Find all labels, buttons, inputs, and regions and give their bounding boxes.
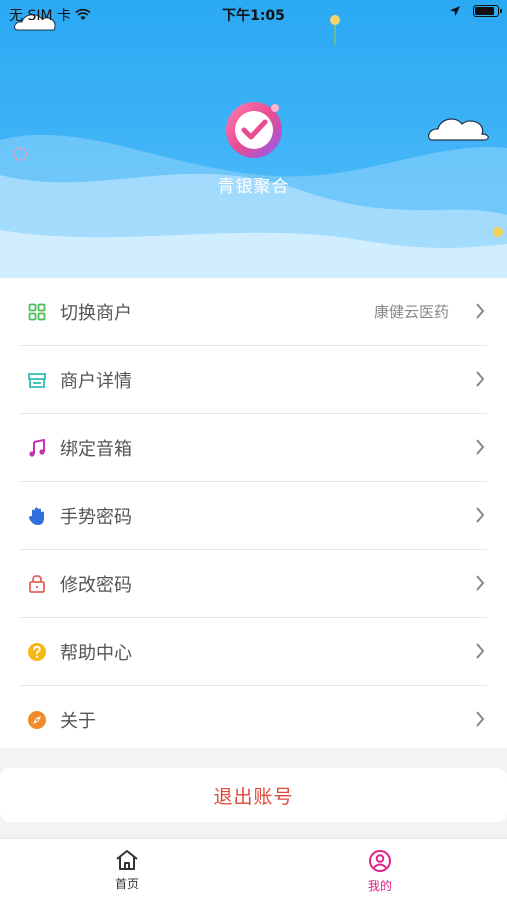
- tab-label: 我的: [367, 879, 392, 893]
- tab-bar: 首页 我的: [0, 838, 507, 900]
- compass-icon: [26, 709, 48, 731]
- chevron-right-icon: [476, 507, 485, 523]
- tab-mine[interactable]: 我的: [340, 849, 420, 894]
- current-merchant-value: 康健云医药: [373, 303, 449, 321]
- chevron-right-icon: [476, 439, 485, 455]
- tab-label: 首页: [114, 877, 139, 891]
- lock-icon: [26, 573, 48, 595]
- store-icon: [26, 369, 48, 391]
- status-time: 下午1:05: [222, 8, 285, 24]
- music-note-icon: [26, 437, 48, 459]
- menu-item-label: 帮助中心: [60, 642, 132, 664]
- user-icon: [369, 850, 391, 872]
- chevron-right-icon: [476, 643, 485, 659]
- chevron-right-icon: [476, 711, 485, 727]
- status-bar: 无 SIM 卡 下午1:05: [0, 0, 507, 28]
- chevron-right-icon: [476, 371, 485, 387]
- menu-item-label: 手势密码: [60, 506, 132, 528]
- menu-item-gesture-password[interactable]: 手势密码: [20, 482, 487, 550]
- home-icon: [116, 850, 138, 870]
- profile-header: 无 SIM 卡 下午1:05 青银聚合: [0, 0, 507, 278]
- tab-home[interactable]: 首页: [87, 849, 167, 892]
- menu-item-about[interactable]: 关于: [20, 686, 487, 753]
- menu-item-help-center[interactable]: 帮助中心: [20, 618, 487, 686]
- hand-icon: [26, 505, 48, 527]
- help-circle-icon: [26, 641, 48, 663]
- chevron-right-icon: [476, 303, 485, 319]
- settings-menu: 切换商户 康健云医药 商户详情 绑定音箱 手势密码 修改密码 帮助中心 关于: [0, 278, 507, 748]
- app-name: 青银聚合: [217, 177, 290, 197]
- location-arrow-icon: [450, 6, 460, 16]
- menu-item-change-password[interactable]: 修改密码: [20, 550, 487, 618]
- menu-item-bind-speaker[interactable]: 绑定音箱: [20, 414, 487, 482]
- menu-item-label: 绑定音箱: [60, 438, 132, 460]
- menu-item-label: 商户详情: [60, 370, 132, 392]
- grid-icon: [26, 301, 48, 323]
- menu-item-label: 关于: [60, 710, 96, 732]
- check-badge-logo-icon: [225, 102, 282, 158]
- menu-item-merchant-details[interactable]: 商户详情: [20, 346, 487, 414]
- menu-item-label: 切换商户: [60, 302, 132, 324]
- battery-icon: [473, 5, 502, 17]
- logout-button[interactable]: 退出账号: [0, 768, 507, 822]
- menu-item-label: 修改密码: [60, 574, 132, 596]
- menu-item-switch-merchant[interactable]: 切换商户 康健云医药: [20, 278, 487, 346]
- chevron-right-icon: [476, 575, 485, 591]
